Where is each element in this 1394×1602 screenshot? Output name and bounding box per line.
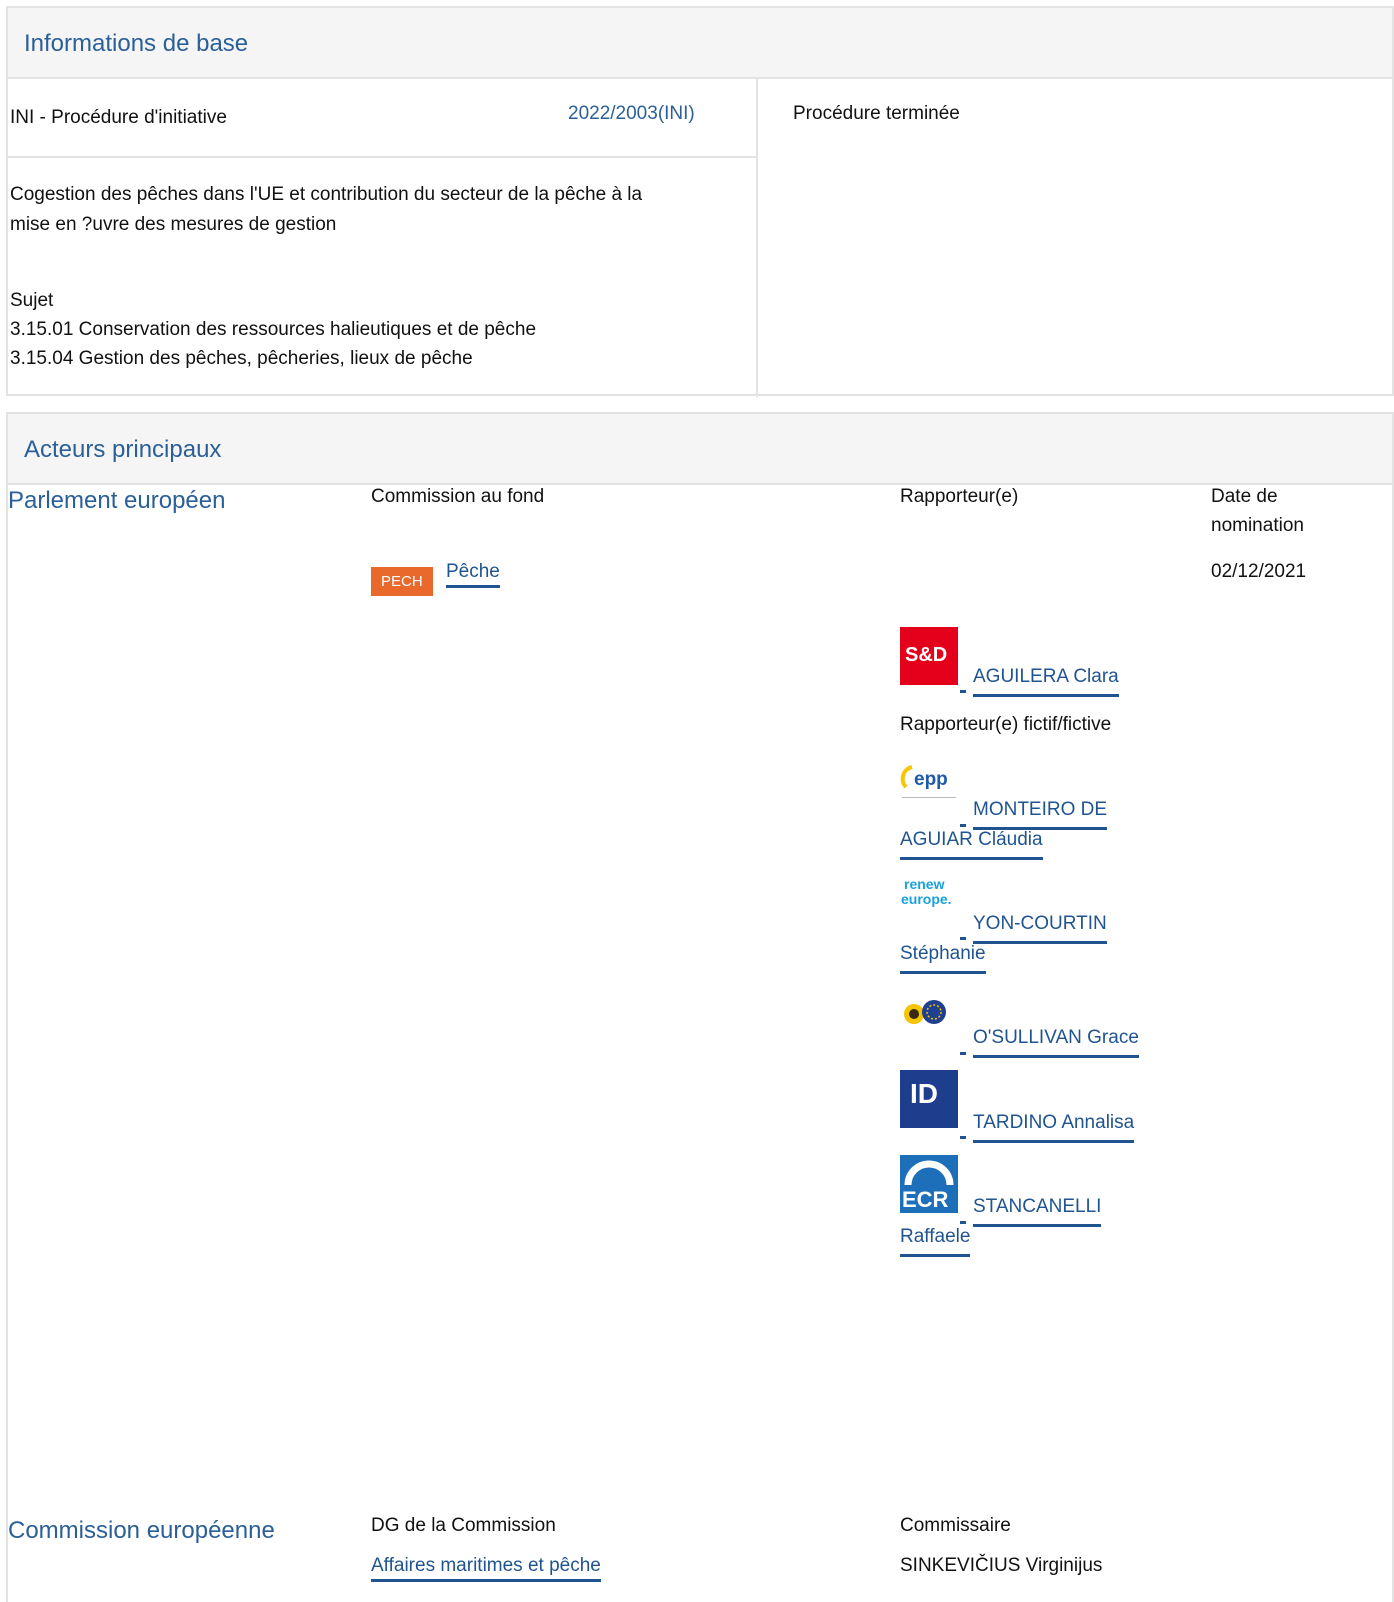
subject-item: 3.15.04 Gestion des pêches, pêcheries, l… xyxy=(10,348,473,369)
commission-label[interactable]: Commission européenne xyxy=(8,1517,275,1545)
main-actors-header: Acteurs principaux xyxy=(8,414,1392,485)
logo-link-underline xyxy=(960,1052,966,1055)
procedure-status: Procédure terminée xyxy=(793,103,960,124)
shadow-rapporteur-link-cont[interactable]: Raffaele xyxy=(900,1222,971,1257)
commissioner-name: SINKEVIČIUS Virginijus xyxy=(900,1555,1103,1576)
logo-link-underline xyxy=(960,690,966,693)
procedure-reference[interactable]: 2022/2003(INI) xyxy=(568,103,695,125)
dg-column-header: DG de la Commission xyxy=(371,1515,556,1536)
date-column-header-line1: Date de xyxy=(1211,486,1278,507)
shadow-rapporteur-link-cont[interactable]: Stéphanie xyxy=(900,939,986,974)
nomination-date: 02/12/2021 xyxy=(1211,561,1307,582)
shadow-rapporteur-label: Rapporteur(e) fictif/fictive xyxy=(900,714,1112,735)
procedure-description-line2: mise en ?uvre des mesures de gestion xyxy=(10,214,337,235)
id-group-logo-icon: ID xyxy=(900,1070,958,1128)
rapporteur-column-header: Rapporteur(e) xyxy=(900,486,1019,507)
commissioner-column-header: Commissaire xyxy=(900,1515,1011,1536)
date-column-header-line2: nomination xyxy=(1211,515,1304,536)
dg-link[interactable]: Affaires maritimes et pêche xyxy=(371,1555,601,1582)
committee-column-header: Commission au fond xyxy=(371,486,545,507)
basic-info-title: Informations de base xyxy=(24,30,249,57)
ecr-group-logo-icon: ECR xyxy=(900,1155,958,1213)
main-actors-panel: Acteurs principaux xyxy=(6,412,1394,1602)
basic-info-divider xyxy=(756,77,758,397)
basic-info-panel: Informations de base INI - Procédure d'i… xyxy=(6,6,1394,397)
svg-text:epp: epp xyxy=(914,769,948,790)
greens-efa-logo-icon xyxy=(900,996,958,1054)
shadow-rapporteur-link[interactable]: STANCANELLI xyxy=(973,1192,1102,1227)
logo-link-underline xyxy=(960,1136,966,1139)
epp-group-logo-icon: epp xyxy=(900,757,958,815)
shadow-rapporteur-link[interactable]: TARDINO Annalisa xyxy=(973,1108,1135,1143)
subject-item: 3.15.01 Conservation des ressources hali… xyxy=(10,319,537,340)
committee-badge: PECH xyxy=(371,567,433,596)
shadow-rapporteur-link[interactable]: O'SULLIVAN Grace xyxy=(973,1023,1139,1058)
shadow-rapporteur-link-cont[interactable]: AGUIAR Cláudia xyxy=(900,825,1043,860)
shadow-rapporteur-link[interactable]: YON-COURTIN xyxy=(973,909,1107,944)
renew-europe-logo-icon: renew europe. xyxy=(900,871,958,929)
subject-label: Sujet xyxy=(10,290,54,311)
basic-info-header: Informations de base xyxy=(8,8,1392,79)
committee-link[interactable]: Pêche xyxy=(446,561,500,588)
procedure-type: INI - Procédure d'initiative xyxy=(10,107,227,128)
rapporteur-link[interactable]: AGUILERA Clara xyxy=(973,662,1119,697)
parliament-label[interactable]: Parlement européen xyxy=(8,487,225,515)
sd-group-logo-icon: S&D xyxy=(900,627,958,685)
procedure-row-divider xyxy=(8,156,756,158)
main-actors-title: Acteurs principaux xyxy=(24,436,222,463)
procedure-description-line1: Cogestion des pêches dans l'UE et contri… xyxy=(10,184,643,205)
